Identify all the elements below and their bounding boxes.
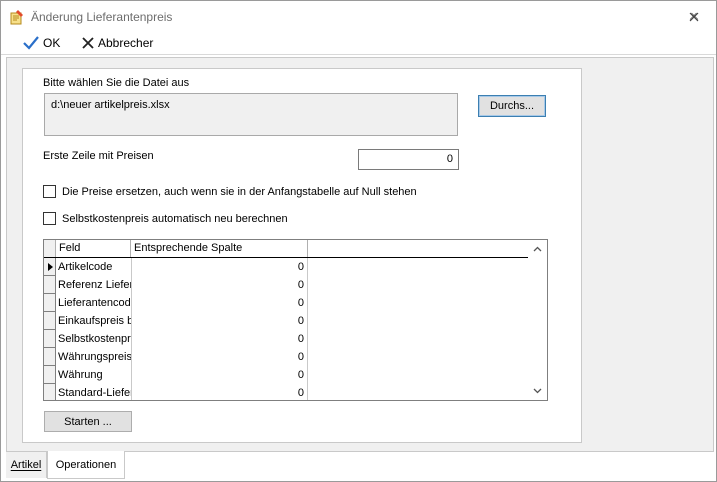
replace-prices-checkbox[interactable]: Die Preise ersetzen, auch wenn sie in de… xyxy=(43,185,417,198)
toolbar: OK Abbrecher xyxy=(1,31,716,55)
scroll-up-button[interactable] xyxy=(528,240,547,258)
cell-feld[interactable]: Währung xyxy=(56,366,131,384)
row-selector-header xyxy=(44,240,56,257)
cell-feld[interactable]: Standard-Lieferant xyxy=(56,384,131,400)
first-row-label: Erste Zeile mit Preisen xyxy=(43,150,154,162)
cell-feld[interactable]: Lieferantencode xyxy=(56,294,131,312)
table-row[interactable]: Lieferantencode 0 xyxy=(44,294,528,312)
scroll-down-button[interactable] xyxy=(528,382,547,400)
checkbox-box[interactable] xyxy=(43,212,56,225)
grid-header: Feld Entsprechende Spalte xyxy=(44,240,547,258)
field-mapping-grid[interactable]: Feld Entsprechende Spalte Artikelcode 0 Re… xyxy=(43,239,548,401)
cell-spalte[interactable]: 0 xyxy=(131,330,308,348)
cell-spalte[interactable]: 0 xyxy=(131,366,308,384)
start-button[interactable]: Starten ... xyxy=(44,411,132,432)
column-header-spalte[interactable]: Entsprechende Spalte xyxy=(131,240,308,257)
table-row[interactable]: Selbstkostenpreis0 xyxy=(44,330,528,348)
recalc-cost-checkbox[interactable]: Selbstkostenpreis automatisch neu berech… xyxy=(43,212,288,225)
chevron-down-icon xyxy=(533,388,542,394)
table-row[interactable]: Artikelcode 0 xyxy=(44,258,528,276)
checkmark-icon xyxy=(23,36,39,50)
table-row[interactable]: Währung 0 xyxy=(44,366,528,384)
file-path-field[interactable]: d:\neuer artikelpreis.xlsx xyxy=(44,93,458,136)
browse-button[interactable]: Durchs... xyxy=(478,95,546,117)
cell-spalte[interactable]: 0 xyxy=(131,294,308,312)
cell-spalte[interactable]: 0 xyxy=(131,276,308,294)
row-selector[interactable] xyxy=(44,258,56,276)
cell-spalte[interactable]: 0 xyxy=(131,348,308,366)
table-row[interactable]: Standard-Lieferant0 xyxy=(44,384,528,400)
row-selector[interactable] xyxy=(44,276,56,294)
row-selector[interactable] xyxy=(44,330,56,348)
recalc-cost-label: Selbstkostenpreis automatisch neu berech… xyxy=(62,212,288,225)
cell-feld[interactable]: Artikelcode xyxy=(56,258,131,276)
cell-feld[interactable]: Währungspreis xyxy=(56,348,131,366)
replace-prices-label: Die Preise ersetzen, auch wenn sie in de… xyxy=(62,185,417,198)
close-button[interactable] xyxy=(683,7,705,27)
row-selector[interactable] xyxy=(44,294,56,312)
vertical-scrollbar[interactable] xyxy=(528,240,547,400)
grid-body: Artikelcode0Referenz Lieferant0Lieferant… xyxy=(44,258,528,400)
ok-button[interactable]: OK xyxy=(23,34,60,52)
table-row[interactable]: Referenz Lieferant0 xyxy=(44,276,528,294)
checkbox-box[interactable] xyxy=(43,185,56,198)
cell-spalte[interactable]: 0 xyxy=(131,312,308,330)
tab-strip: Artikel Operationen xyxy=(6,451,714,479)
tab-artikel[interactable]: Artikel xyxy=(6,452,47,478)
cross-icon xyxy=(82,37,94,49)
tab-operationen[interactable]: Operationen xyxy=(47,451,125,479)
cell-feld[interactable]: Referenz Lieferant xyxy=(56,276,131,294)
file-path-text: d:\neuer artikelpreis.xlsx xyxy=(51,99,170,111)
cell-spalte[interactable]: 0 xyxy=(131,384,308,400)
tab-operationen-label: Operationen xyxy=(55,458,117,471)
row-selector[interactable] xyxy=(44,384,56,400)
title-bar[interactable]: Änderung Lieferantenpreis xyxy=(1,1,716,31)
row-selector[interactable] xyxy=(44,348,56,366)
ok-label: OK xyxy=(43,36,61,50)
tab-artikel-label: Artikel xyxy=(10,459,42,471)
table-row[interactable]: Einkaufspreis brutto0 xyxy=(44,312,528,330)
cell-spalte[interactable]: 0 xyxy=(131,258,308,276)
chevron-up-icon xyxy=(533,246,542,252)
table-row[interactable]: Währungspreis 0 xyxy=(44,348,528,366)
file-label: Bitte wählen Sie die Datei aus xyxy=(43,77,190,89)
app-icon xyxy=(9,9,25,25)
window-title: Änderung Lieferantenpreis xyxy=(31,10,173,24)
close-icon xyxy=(689,12,699,22)
import-panel: Bitte wählen Sie die Datei aus d:\neuer … xyxy=(22,68,582,443)
cancel-label: Abbrecher xyxy=(98,36,154,50)
cell-feld[interactable]: Selbstkostenpreis xyxy=(56,330,131,348)
cancel-button[interactable]: Abbrecher xyxy=(82,34,153,52)
column-header-feld[interactable]: Feld xyxy=(56,240,131,257)
first-row-input[interactable]: 0 xyxy=(358,149,459,170)
cell-feld[interactable]: Einkaufspreis brutto xyxy=(56,312,131,330)
dialog-window: Änderung Lieferantenpreis OK Abbrecher B… xyxy=(0,0,717,482)
row-selector[interactable] xyxy=(44,312,56,330)
tab-content-area: Bitte wählen Sie die Datei aus d:\neuer … xyxy=(6,57,714,452)
row-selector[interactable] xyxy=(44,366,56,384)
